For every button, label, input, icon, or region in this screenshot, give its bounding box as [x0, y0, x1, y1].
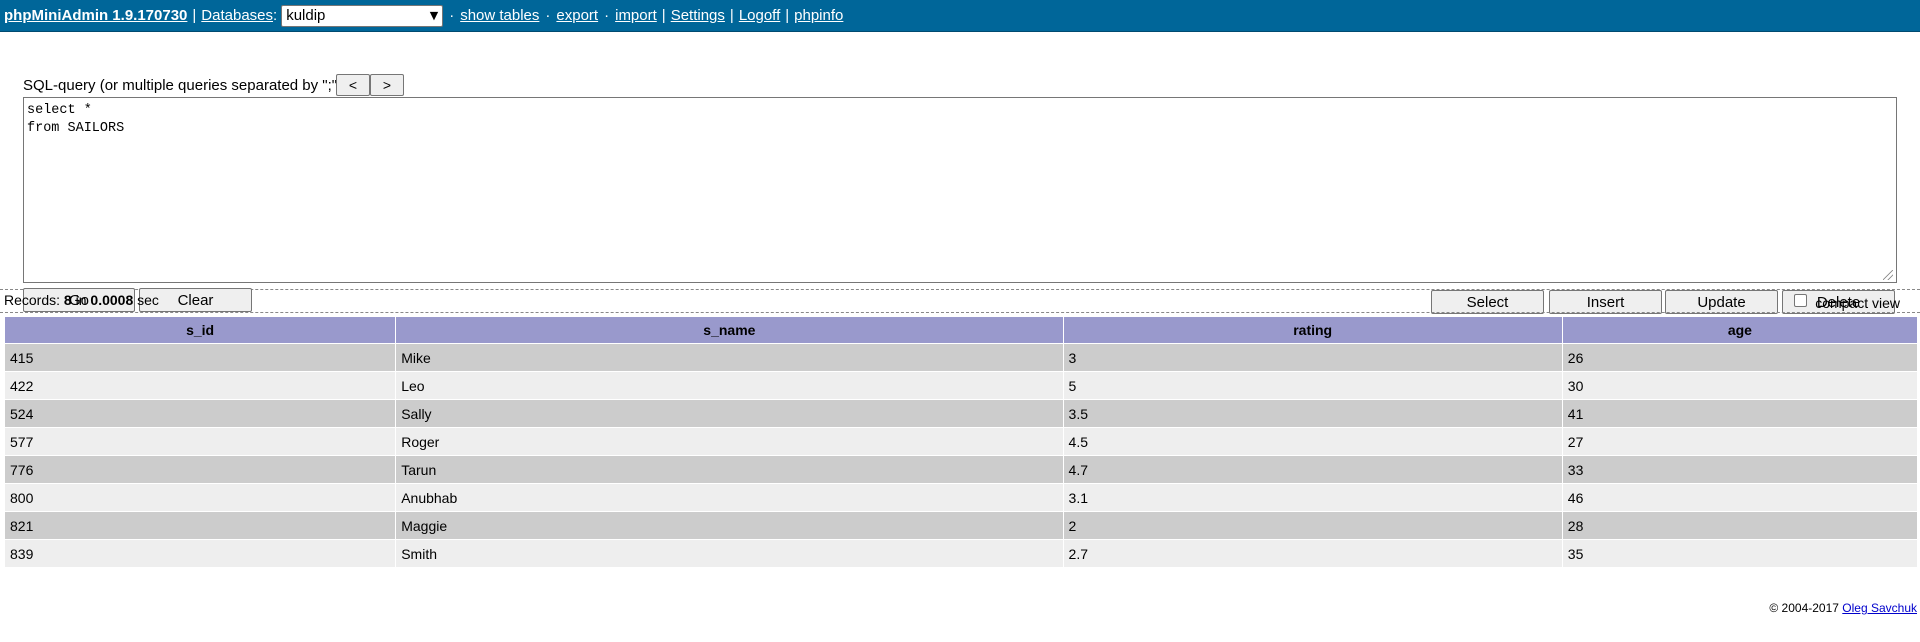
table-cell: 4.7 [1063, 456, 1562, 483]
table-cell: 821 [5, 512, 396, 539]
table-cell: Tarun [396, 456, 1063, 483]
separator: | [785, 7, 790, 24]
column-header-age[interactable]: age [1562, 317, 1917, 343]
results-table: s_id s_name rating age 415 Mike 3 26 422… [4, 316, 1918, 568]
next-query-button[interactable]: > [370, 74, 404, 96]
column-header-s_id[interactable]: s_id [5, 317, 396, 343]
table-header-row: s_id s_name rating age [5, 317, 1917, 343]
table-row[interactable]: 422 Leo 5 30 [5, 372, 1917, 399]
table-row[interactable]: 821 Maggie 2 28 [5, 512, 1917, 539]
table-cell: 2 [1063, 512, 1562, 539]
database-select[interactable]: kuldip ▼ [281, 4, 444, 27]
table-row[interactable]: 524 Sally 3.5 41 [5, 400, 1917, 427]
table-cell: 776 [5, 456, 396, 483]
table-cell: 577 [5, 428, 396, 455]
sql-query-label: SQL-query (or multiple queries separated… [23, 77, 347, 94]
table-cell: 3.5 [1063, 400, 1562, 427]
settings-link[interactable]: Settings [671, 7, 725, 24]
phpinfo-link[interactable]: phpinfo [794, 7, 843, 24]
show-tables-link[interactable]: show tables [460, 7, 539, 24]
logoff-link[interactable]: Logoff [739, 7, 780, 24]
table-cell: 415 [5, 344, 396, 371]
table-cell: 422 [5, 372, 396, 399]
records-count: 8 [63, 292, 72, 308]
records-middle: in [71, 292, 91, 308]
records-summary: Records: 8 in 0.0008 sec [4, 292, 159, 308]
table-cell: 5 [1063, 372, 1562, 399]
table-row[interactable]: 415 Mike 3 26 [5, 344, 1917, 371]
footer: © 2004-2017 Oleg Savchuk [1769, 601, 1917, 615]
table-cell: 46 [1562, 484, 1917, 511]
query-form: SQL-query (or multiple queries separated… [0, 32, 1920, 314]
table-cell: 27 [1562, 428, 1917, 455]
table-cell: 3 [1063, 344, 1562, 371]
records-prefix: Records: [4, 292, 64, 308]
table-row[interactable]: 839 Smith 2.7 35 [5, 540, 1917, 567]
database-select-value: kuldip [286, 7, 326, 24]
separator: | [192, 7, 197, 24]
compact-view-toggle[interactable]: compact view [1794, 293, 1900, 311]
brand-link[interactable]: phpMiniAdmin 1.9.170730 [4, 7, 187, 24]
table-cell: 3.1 [1063, 484, 1562, 511]
column-header-s_name[interactable]: s_name [396, 317, 1063, 343]
author-link[interactable]: Oleg Savchuk [1842, 601, 1917, 615]
table-cell: 2.7 [1063, 540, 1562, 567]
copyright-text: © 2004-2017 [1769, 601, 1843, 615]
records-info-bar: Records: 8 in 0.0008 sec compact view [0, 289, 1920, 314]
resize-grip-icon[interactable] [1883, 270, 1893, 280]
table-cell: 800 [5, 484, 396, 511]
separator: · [545, 7, 551, 24]
table-cell: 33 [1562, 456, 1917, 483]
query-time: 0.0008 [90, 292, 134, 308]
table-cell: 524 [5, 400, 396, 427]
table-cell: 30 [1562, 372, 1917, 399]
table-cell: Sally [396, 400, 1063, 427]
table-cell: 28 [1562, 512, 1917, 539]
databases-link[interactable]: Databases [201, 7, 273, 24]
table-cell: Roger [396, 428, 1063, 455]
divider [0, 312, 1920, 313]
chevron-down-icon: ▼ [429, 9, 439, 22]
compact-view-label: compact view [1815, 295, 1900, 311]
export-link[interactable]: export [556, 7, 598, 24]
table-cell: Maggie [396, 512, 1063, 539]
table-cell: 26 [1562, 344, 1917, 371]
import-link[interactable]: import [615, 7, 657, 24]
top-nav-bar: phpMiniAdmin 1.9.170730 | Databases : ku… [0, 0, 1920, 32]
table-cell: Mike [396, 344, 1063, 371]
separator: · [449, 7, 455, 24]
previous-query-button[interactable]: < [336, 74, 370, 96]
colon: : [273, 7, 278, 24]
sql-query-textarea[interactable]: select * from SAILORS [23, 97, 1897, 283]
separator: | [661, 7, 666, 24]
table-cell: Anubhab [396, 484, 1063, 511]
table-cell: Leo [396, 372, 1063, 399]
table-cell: 839 [5, 540, 396, 567]
records-suffix: sec [133, 292, 159, 308]
column-header-rating[interactable]: rating [1063, 317, 1562, 343]
table-row[interactable]: 800 Anubhab 3.1 46 [5, 484, 1917, 511]
table-row[interactable]: 776 Tarun 4.7 33 [5, 456, 1917, 483]
table-cell: 4.5 [1063, 428, 1562, 455]
compact-view-checkbox[interactable] [1794, 293, 1808, 307]
table-row[interactable]: 577 Roger 4.5 27 [5, 428, 1917, 455]
table-cell: 35 [1562, 540, 1917, 567]
separator: | [729, 7, 734, 24]
separator: · [604, 7, 610, 24]
table-cell: Smith [396, 540, 1063, 567]
table-cell: 41 [1562, 400, 1917, 427]
